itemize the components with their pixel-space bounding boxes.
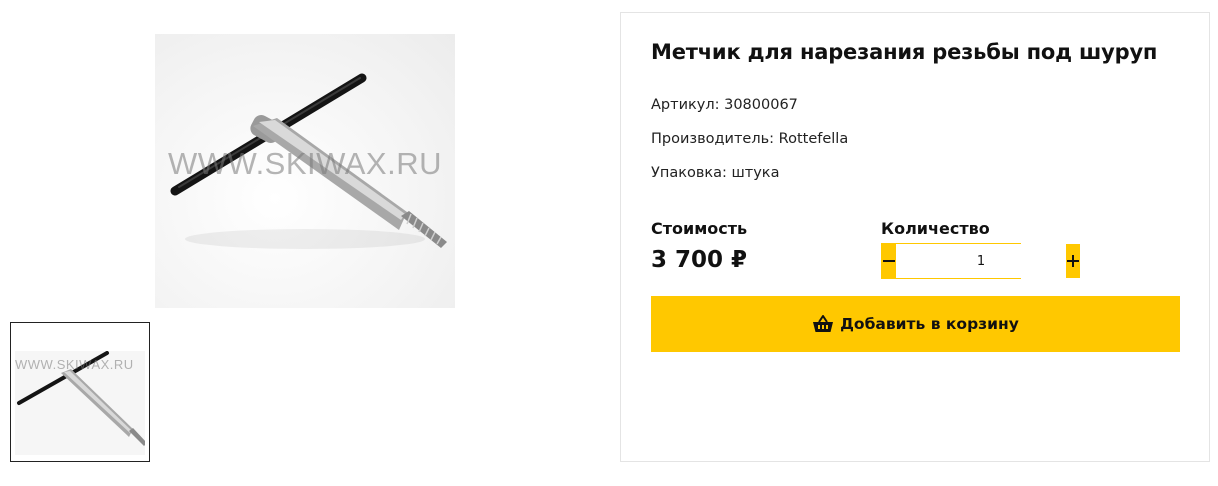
- plus-icon: [1067, 255, 1079, 267]
- decrease-quantity-button[interactable]: [882, 244, 896, 278]
- product-title: Метчик для нарезания резьбы под шуруп: [651, 40, 1158, 64]
- price-label: Стоимость: [651, 219, 748, 238]
- basket-icon: [812, 314, 834, 334]
- product-main-image[interactable]: WWW.SKIWAX.RU: [155, 34, 455, 308]
- increase-quantity-button[interactable]: [1066, 244, 1080, 278]
- product-sku: Артикул: 30800067: [651, 97, 798, 113]
- add-to-cart-button[interactable]: Добавить в корзину: [651, 296, 1180, 352]
- product-thumbnail[interactable]: WWW.SKIWAX.RU: [10, 322, 150, 462]
- watermark-text: WWW.SKIWAX.RU: [168, 146, 442, 181]
- quantity-input[interactable]: [896, 244, 1066, 278]
- quantity-label: Количество: [881, 219, 990, 238]
- add-to-cart-label: Добавить в корзину: [840, 315, 1019, 333]
- thumbnail-watermark-text: WWW.SKIWAX.RU: [15, 357, 134, 372]
- product-manufacturer: Производитель: Rottefella: [651, 131, 849, 147]
- quantity-stepper: [881, 243, 1080, 279]
- product-info-card: Метчик для нарезания резьбы под шуруп Ар…: [620, 12, 1210, 462]
- minus-icon: [883, 260, 895, 262]
- product-price: 3 700 ₽: [651, 247, 748, 273]
- product-packaging: Упаковка: штука: [651, 165, 780, 181]
